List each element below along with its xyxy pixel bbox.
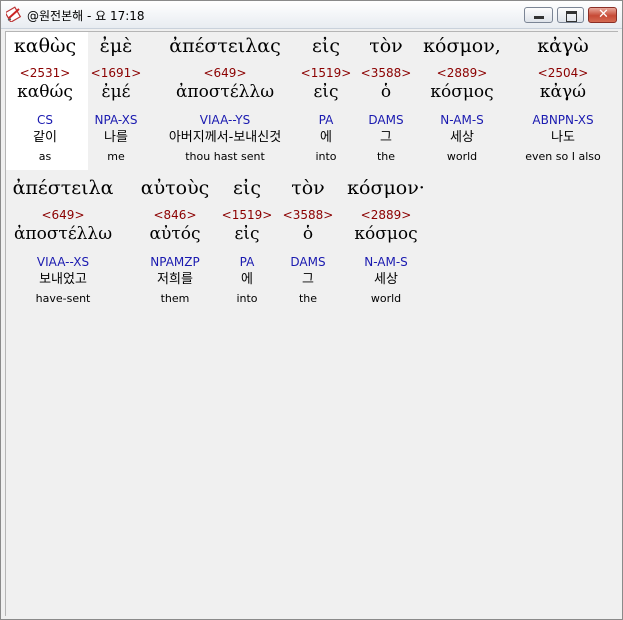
title-bar[interactable]: @원전본해 - 요 17:18 ✕ xyxy=(1,1,622,29)
word-english-gloss: world xyxy=(370,292,402,305)
interlinear-view[interactable]: καθὼς <2531> καθώς CS 같이 as ἐμὲ <1691> ἐμέ NPA-XS… xyxy=(5,31,618,616)
word-greek-form[interactable]: κἀγὼ xyxy=(483,34,623,58)
word-greek-form[interactable]: κόσμον· xyxy=(306,176,466,200)
maximize-icon xyxy=(566,11,577,22)
window-title: @원전본해 - 요 17:18 xyxy=(27,9,145,23)
word-korean-gloss: 세상 xyxy=(374,272,398,287)
word-strong-number: <2504> xyxy=(537,66,589,80)
bible-app-icon xyxy=(6,6,22,22)
word-lemma-form: κἀγώ xyxy=(539,82,587,102)
minimize-button[interactable] xyxy=(524,7,553,23)
close-icon: ✕ xyxy=(598,7,609,22)
maximize-button[interactable] xyxy=(557,7,584,23)
word-english-gloss: even so I also xyxy=(525,150,601,163)
word-strong-number: <2889> xyxy=(360,208,412,222)
word-lemma-form: κόσμος xyxy=(354,224,418,244)
minimize-icon xyxy=(534,16,544,19)
word-morphology-code: N-AM-S xyxy=(364,255,408,269)
app-window: @원전본해 - 요 17:18 ✕ καθὼς <2531> καθώς CS 같이 as… xyxy=(0,0,623,620)
word-morphology-code: ABNPN-XS xyxy=(532,113,594,127)
close-button[interactable]: ✕ xyxy=(588,7,617,23)
word-korean-gloss: 나도 xyxy=(551,130,575,145)
